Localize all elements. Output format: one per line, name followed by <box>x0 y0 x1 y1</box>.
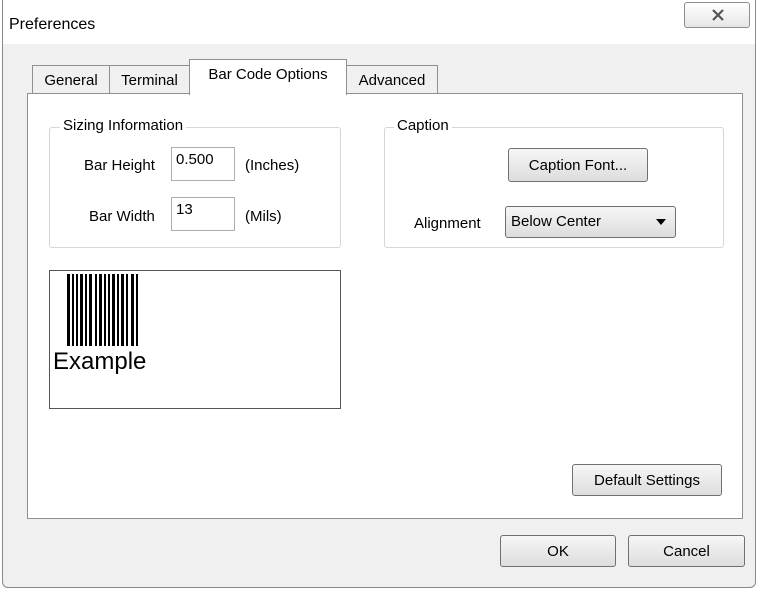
default-settings-button[interactable]: Default Settings <box>572 464 722 496</box>
tab-terminal[interactable]: Terminal <box>109 65 190 94</box>
preview-caption-text: Example <box>53 348 147 375</box>
bar-height-input[interactable]: 0.500 <box>171 147 235 181</box>
cancel-button[interactable]: Cancel <box>628 535 745 567</box>
close-icon <box>712 9 724 21</box>
tab-general-label: General <box>44 72 98 89</box>
barcode-preview: Example <box>49 270 341 409</box>
bar-width-unit: (Mils) <box>245 208 282 225</box>
ok-button[interactable]: OK <box>500 535 616 567</box>
alignment-dropdown[interactable]: Below Center <box>505 206 676 238</box>
bar-height-label: Bar Height <box>84 157 155 174</box>
sizing-information-label: Sizing Information <box>60 117 187 134</box>
tab-general[interactable]: General <box>32 65 110 94</box>
bar-width-label: Bar Width <box>89 208 155 225</box>
bar-height-unit: (Inches) <box>245 157 300 174</box>
alignment-value: Below Center <box>511 213 602 230</box>
tab-bar-code-options-label: Bar Code Options <box>208 66 328 83</box>
caption-font-button[interactable]: Caption Font... <box>508 148 648 182</box>
alignment-label: Alignment <box>414 215 481 232</box>
tab-terminal-label: Terminal <box>121 72 178 89</box>
title-bar: Preferences <box>3 0 755 44</box>
bar-width-input[interactable]: 13 <box>171 197 235 231</box>
tab-advanced[interactable]: Advanced <box>346 65 438 94</box>
tab-advanced-label: Advanced <box>358 72 426 89</box>
window-title: Preferences <box>9 16 96 33</box>
barcode-icon <box>67 274 138 346</box>
close-button[interactable] <box>684 2 750 28</box>
caption-group-label: Caption <box>394 117 452 134</box>
tab-bar-code-options[interactable]: Bar Code Options <box>189 59 347 95</box>
chevron-down-icon <box>656 219 666 225</box>
